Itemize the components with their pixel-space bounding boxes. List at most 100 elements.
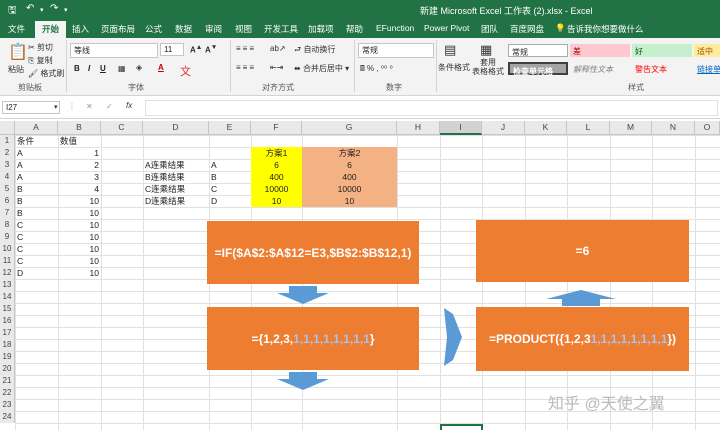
font-name-select[interactable]: 等线 bbox=[70, 43, 158, 58]
cell-b[interactable]: 10 bbox=[58, 219, 99, 231]
column-header[interactable]: E bbox=[209, 121, 251, 135]
increase-font-icon[interactable]: A▲ bbox=[190, 44, 202, 55]
row-header[interactable]: 24 bbox=[0, 411, 15, 423]
active-cell-selection[interactable] bbox=[440, 424, 483, 430]
cell-e[interactable]: B bbox=[211, 171, 217, 183]
row-header[interactable]: 1 bbox=[0, 135, 15, 147]
cell-d[interactable]: C连乘结果 bbox=[145, 183, 185, 195]
vertical-align-icons[interactable]: ≡≡≡ bbox=[236, 44, 256, 53]
cell-b[interactable]: 2 bbox=[58, 159, 99, 171]
cell-b1[interactable]: 数值 bbox=[60, 135, 77, 147]
copy-button[interactable]: ⎘ 复制 bbox=[28, 55, 53, 66]
style-warning[interactable]: 警告文本 bbox=[632, 62, 692, 75]
tab-developer[interactable]: 开发工具 bbox=[264, 23, 298, 35]
row-header[interactable]: 17 bbox=[0, 327, 15, 339]
orientation-icon[interactable]: ab↗ bbox=[270, 44, 286, 53]
cell-a[interactable]: A bbox=[17, 171, 23, 183]
style-link[interactable]: 链接单 bbox=[694, 62, 720, 75]
cell-f[interactable]: 10000 bbox=[251, 183, 302, 195]
wrap-text-button[interactable]: ⮐ 自动换行 bbox=[294, 44, 335, 58]
table-format-icon[interactable]: ▦ bbox=[480, 42, 492, 58]
cell-a[interactable]: C bbox=[17, 219, 23, 231]
tab-help[interactable]: 帮助 bbox=[346, 23, 363, 35]
cell-e[interactable]: D bbox=[211, 195, 217, 207]
cut-button[interactable]: ✂ 剪切 bbox=[28, 42, 53, 53]
cell-b[interactable]: 4 bbox=[58, 183, 99, 195]
cell-d[interactable]: D连乘结果 bbox=[145, 195, 185, 207]
cell-e[interactable]: C bbox=[211, 183, 217, 195]
style-normal[interactable]: 常规 bbox=[508, 44, 568, 57]
cell-g[interactable]: 6 bbox=[302, 159, 397, 171]
row-header[interactable]: 7 bbox=[0, 207, 15, 219]
phonetic-icon[interactable]: 文 bbox=[180, 63, 191, 79]
row-header[interactable]: 2 bbox=[0, 147, 15, 159]
paste-button[interactable]: 粘贴 bbox=[8, 64, 24, 75]
cell-b[interactable]: 10 bbox=[58, 207, 99, 219]
column-header[interactable]: D bbox=[143, 121, 209, 135]
format-painter-button[interactable]: 🖌 格式刷 bbox=[28, 68, 64, 79]
column-header[interactable]: L bbox=[567, 121, 610, 135]
cell-g[interactable]: 400 bbox=[302, 171, 397, 183]
row-header[interactable]: 16 bbox=[0, 315, 15, 327]
font-color-icon[interactable]: A bbox=[158, 63, 164, 72]
tab-team[interactable]: 团队 bbox=[481, 23, 498, 35]
cancel-icon[interactable]: ✕ bbox=[86, 102, 93, 111]
row-header[interactable]: 12 bbox=[0, 267, 15, 279]
conditional-format-icon[interactable]: ▤ bbox=[444, 42, 456, 58]
tab-formulas[interactable]: 公式 bbox=[145, 23, 162, 35]
column-header[interactable]: G bbox=[302, 121, 397, 135]
number-format-select[interactable]: 常规 bbox=[358, 43, 434, 58]
row-header[interactable]: 5 bbox=[0, 183, 15, 195]
tab-power-pivot[interactable]: Power Pivot bbox=[424, 23, 469, 33]
column-header-selected[interactable]: I bbox=[440, 121, 482, 135]
undo-dropdown-icon[interactable]: ▾ bbox=[40, 6, 44, 14]
column-header[interactable]: C bbox=[101, 121, 143, 135]
cell-a[interactable]: C bbox=[17, 255, 23, 267]
fill-color-icon[interactable]: ◈ bbox=[136, 63, 142, 72]
style-check-cell[interactable]: 检查单元格 bbox=[508, 62, 568, 76]
cell-f[interactable]: 10 bbox=[251, 195, 302, 207]
decrease-font-icon[interactable]: A▼ bbox=[205, 44, 217, 55]
cell-b[interactable]: 10 bbox=[58, 231, 99, 243]
cell-a1[interactable]: 条件 bbox=[17, 135, 34, 147]
tab-page-layout[interactable]: 页面布局 bbox=[101, 23, 135, 35]
cell-f-header[interactable]: 方案1 bbox=[251, 147, 302, 159]
customize-qat-icon[interactable]: ▾ bbox=[64, 6, 68, 14]
cell-a[interactable]: D bbox=[17, 267, 23, 279]
row-header[interactable]: 13 bbox=[0, 279, 15, 291]
tab-view[interactable]: 视图 bbox=[235, 23, 252, 35]
indent-icons[interactable]: ⇤⇥ bbox=[270, 63, 283, 72]
name-box[interactable]: I27 bbox=[2, 101, 60, 114]
row-header[interactable]: 6 bbox=[0, 195, 15, 207]
border-icon[interactable]: ▦ bbox=[118, 64, 126, 73]
row-header[interactable]: 9 bbox=[0, 231, 15, 243]
redo-icon[interactable]: ↷ bbox=[50, 3, 58, 14]
tab-addins[interactable]: 加载项 bbox=[308, 23, 334, 35]
cell-g[interactable]: 10 bbox=[302, 195, 397, 207]
style-explanatory[interactable]: 解释性文本 bbox=[570, 62, 630, 75]
save-icon[interactable]: 🖫 bbox=[8, 3, 17, 20]
cell-b[interactable]: 10 bbox=[58, 243, 99, 255]
select-all-corner[interactable] bbox=[0, 121, 15, 135]
underline-button[interactable]: U bbox=[100, 64, 106, 73]
cell-b[interactable]: 10 bbox=[58, 267, 99, 279]
cell-a[interactable]: B bbox=[17, 207, 23, 219]
table-format-button[interactable]: 套用 表格格式 bbox=[472, 58, 504, 76]
cell-d[interactable]: A连乘结果 bbox=[145, 159, 185, 171]
column-header[interactable]: F bbox=[251, 121, 302, 135]
number-format-icons[interactable]: 🖩 % , ⁰⁰ ⁰ bbox=[360, 63, 393, 77]
cell-b[interactable]: 10 bbox=[58, 195, 99, 207]
tab-baidu-pan[interactable]: 百度网盘 bbox=[510, 23, 544, 35]
merge-center-button[interactable]: ⬌ 合并后居中 ▾ bbox=[294, 63, 349, 74]
cell-a[interactable]: C bbox=[17, 243, 23, 255]
column-header[interactable]: M bbox=[610, 121, 652, 135]
cell-g[interactable]: 10000 bbox=[302, 183, 397, 195]
row-header[interactable]: 4 bbox=[0, 171, 15, 183]
row-header[interactable]: 23 bbox=[0, 399, 15, 411]
cell-a[interactable]: B bbox=[17, 195, 23, 207]
cell-f[interactable]: 400 bbox=[251, 171, 302, 183]
tab-file[interactable]: 文件 bbox=[8, 23, 25, 35]
style-good[interactable]: 好 bbox=[632, 44, 692, 57]
tab-home[interactable]: 开始 bbox=[35, 21, 67, 38]
column-header[interactable]: A bbox=[15, 121, 58, 135]
